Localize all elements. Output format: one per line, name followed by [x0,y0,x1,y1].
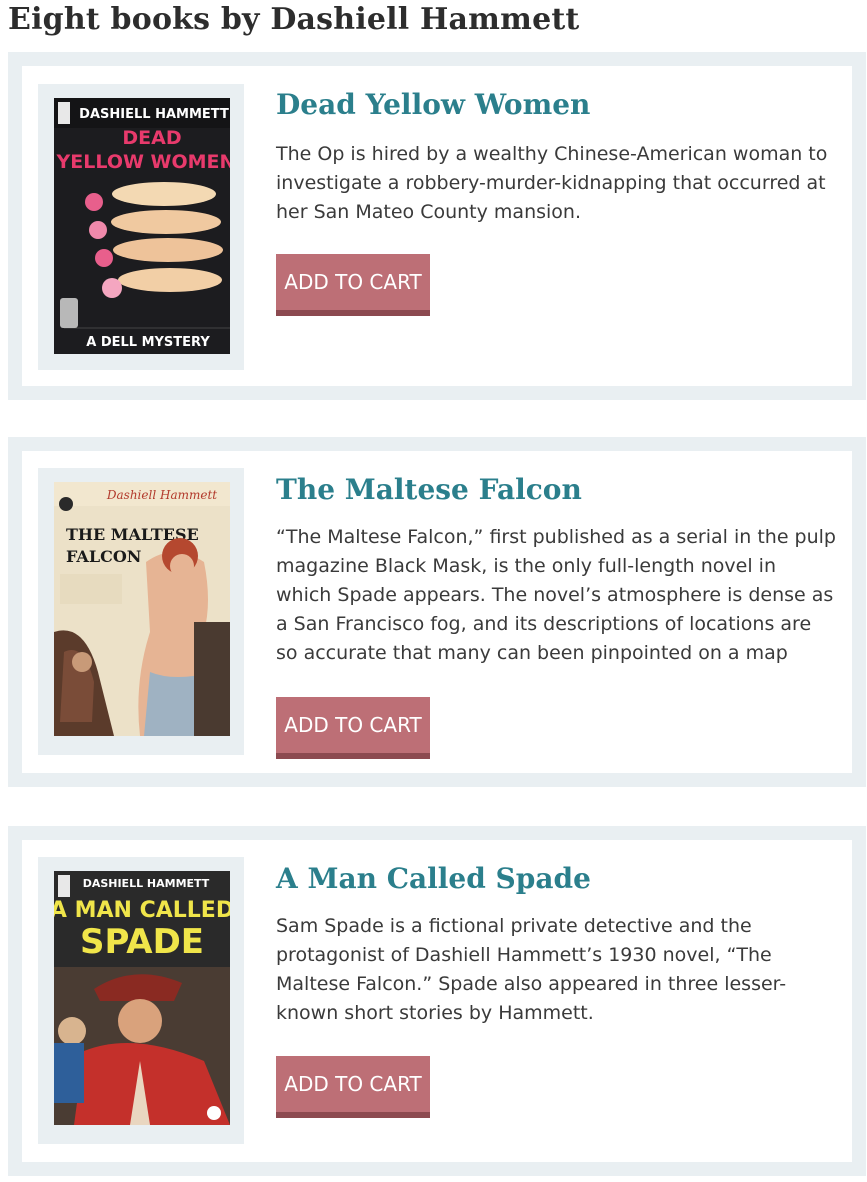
add-to-cart-button[interactable]: ADD TO CART [276,697,430,759]
book-title[interactable]: The Maltese Falcon [276,473,832,507]
book-card: DASHIELL HAMMETT DEAD YELLOW WOMEN A DEL… [8,52,866,400]
book-card: DASHIELL HAMMETT A MAN CALLED SPADE A Ma… [8,826,866,1176]
book-description: “The Maltese Falcon,” first published as… [276,526,836,664]
book-card-inner: DASHIELL HAMMETT A MAN CALLED SPADE A Ma… [22,840,852,1162]
cover-title-line1: DEAD [122,127,181,149]
add-to-cart-button[interactable]: ADD TO CART [276,1056,430,1118]
cover-footer-text: A DELL MYSTERY [86,335,210,350]
book-cover-image[interactable]: Dashiell Hammett THE MALTESE FALCON [54,482,230,736]
book-card-inner: Dashiell Hammett THE MALTESE FALCON The … [22,451,852,773]
cover-title-line2: YELLOW WOMEN [56,151,230,173]
cover-author-text: DASHIELL HAMMETT [79,107,229,122]
cover-title-line1: A MAN CALLED [54,898,230,923]
cover-author-text: Dashiell Hammett [106,488,217,502]
book-title[interactable]: Dead Yellow Women [276,88,832,122]
book-card: Dashiell Hammett THE MALTESE FALCON The … [8,437,866,787]
book-cover-frame: DASHIELL HAMMETT A MAN CALLED SPADE [38,857,244,1144]
page-title: Eight books by Dashiell Hammett [8,2,580,37]
book-cover-image[interactable]: DASHIELL HAMMETT DEAD YELLOW WOMEN A DEL… [54,98,230,354]
book-cover-image[interactable]: DASHIELL HAMMETT A MAN CALLED SPADE [54,871,230,1125]
cover-author-text: DASHIELL HAMMETT [83,877,210,890]
cover-title-line2: FALCON [66,547,141,566]
book-cover-frame: Dashiell Hammett THE MALTESE FALCON [38,468,244,755]
book-description: Sam Spade is a fictional private detecti… [276,915,787,1024]
book-description: The Op is hired by a wealthy Chinese-Ame… [276,143,828,223]
add-to-cart-button[interactable]: ADD TO CART [276,254,430,316]
cover-title-line2: SPADE [80,922,204,962]
book-title[interactable]: A Man Called Spade [276,862,832,896]
book-cover-frame: DASHIELL HAMMETT DEAD YELLOW WOMEN A DEL… [38,84,244,370]
book-card-inner: DASHIELL HAMMETT DEAD YELLOW WOMEN A DEL… [22,66,852,386]
